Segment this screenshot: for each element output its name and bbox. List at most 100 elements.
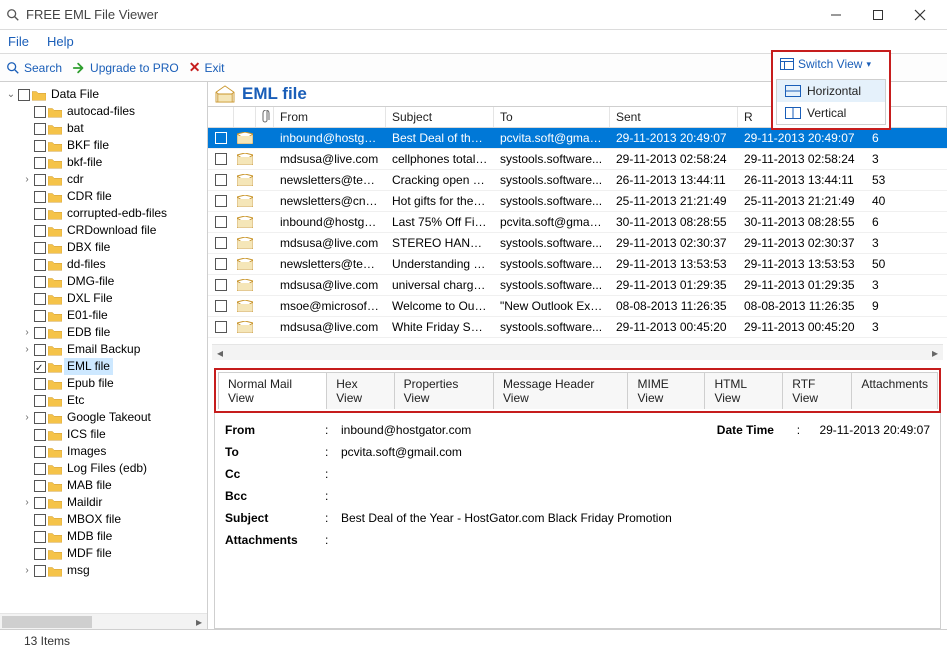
- checkbox[interactable]: [34, 191, 46, 203]
- column-sent[interactable]: Sent: [610, 107, 738, 127]
- row-checkbox[interactable]: [215, 258, 227, 270]
- column-subject[interactable]: Subject: [386, 107, 494, 127]
- checkbox[interactable]: [34, 446, 46, 458]
- tab[interactable]: RTF View: [782, 372, 852, 409]
- tree-item[interactable]: BKF file: [22, 137, 205, 154]
- tree-item[interactable]: DXL File: [22, 290, 205, 307]
- tree-item[interactable]: ›Maildir: [22, 494, 205, 511]
- tree-item[interactable]: CDR file: [22, 188, 205, 205]
- checkbox[interactable]: [34, 514, 46, 526]
- grid-row[interactable]: newsletters@tech...Cracking open th...sy…: [208, 170, 947, 191]
- tab[interactable]: HTML View: [704, 372, 783, 409]
- tree-item[interactable]: Images: [22, 443, 205, 460]
- tree-item[interactable]: CRDownload file: [22, 222, 205, 239]
- maximize-button[interactable]: [857, 1, 899, 29]
- tree-item[interactable]: ›msg: [22, 562, 205, 579]
- row-checkbox[interactable]: [215, 153, 227, 165]
- switch-view-button[interactable]: Switch View ▾: [776, 55, 886, 73]
- tree-item[interactable]: ›EDB file: [22, 324, 205, 341]
- scroll-left-icon[interactable]: ◂: [212, 345, 228, 361]
- checkbox[interactable]: [34, 123, 46, 135]
- tree-item[interactable]: MDF file: [22, 545, 205, 562]
- tree-item[interactable]: MDB file: [22, 528, 205, 545]
- checkbox[interactable]: [34, 463, 46, 475]
- collapse-icon[interactable]: ⌄: [6, 86, 16, 103]
- checkbox[interactable]: [34, 293, 46, 305]
- checkbox[interactable]: [34, 344, 46, 356]
- row-checkbox[interactable]: [215, 174, 227, 186]
- checkbox[interactable]: [34, 531, 46, 543]
- checkbox[interactable]: [34, 242, 46, 254]
- grid-row[interactable]: mdsusa@live.comSTEREO HANDSFR...systools…: [208, 233, 947, 254]
- tree-item[interactable]: ›cdr: [22, 171, 205, 188]
- tree-item[interactable]: E01-file: [22, 307, 205, 324]
- row-checkbox[interactable]: [215, 237, 227, 249]
- menu-help[interactable]: Help: [47, 34, 74, 49]
- column-icon[interactable]: [234, 107, 256, 127]
- grid-horizontal-scrollbar[interactable]: ◂ ▸: [212, 344, 943, 360]
- checkbox[interactable]: [18, 89, 30, 101]
- column-attachment[interactable]: [256, 107, 274, 127]
- search-button[interactable]: Search: [6, 61, 62, 75]
- tab[interactable]: Message Header View: [493, 372, 629, 409]
- scroll-right-icon[interactable]: ▸: [191, 614, 207, 629]
- checkbox[interactable]: [34, 140, 46, 152]
- tree-item[interactable]: EML file: [22, 358, 205, 375]
- tree-item[interactable]: bat: [22, 120, 205, 137]
- tab[interactable]: MIME View: [627, 372, 705, 409]
- tree-item[interactable]: ICS file: [22, 426, 205, 443]
- tree-item[interactable]: DBX file: [22, 239, 205, 256]
- grid-row[interactable]: mdsusa@live.comcellphones total c...syst…: [208, 149, 947, 170]
- checkbox[interactable]: [34, 310, 46, 322]
- exit-button[interactable]: ✕ Exit: [189, 59, 225, 76]
- tree-item[interactable]: ›Email Backup: [22, 341, 205, 358]
- grid-row[interactable]: newsletters@cnet...Hot gifts for the j..…: [208, 191, 947, 212]
- tree-item[interactable]: DMG-file: [22, 273, 205, 290]
- switch-view-horizontal[interactable]: Horizontal: [777, 80, 885, 102]
- grid-row[interactable]: msoe@microsoft.c...Welcome to Outl..."Ne…: [208, 296, 947, 317]
- column-checkbox[interactable]: [208, 107, 234, 127]
- tree-item[interactable]: Etc: [22, 392, 205, 409]
- tab[interactable]: Hex View: [326, 372, 394, 409]
- grid-row[interactable]: inbound@hostga...Last 75% Off Fire ...pc…: [208, 212, 947, 233]
- tree-item[interactable]: corrupted-edb-files: [22, 205, 205, 222]
- checkbox[interactable]: [34, 174, 46, 186]
- checkbox[interactable]: [34, 361, 46, 373]
- checkbox[interactable]: [34, 259, 46, 271]
- minimize-button[interactable]: [815, 1, 857, 29]
- tree-item[interactable]: MBOX file: [22, 511, 205, 528]
- switch-view-vertical[interactable]: Vertical: [777, 102, 885, 124]
- row-checkbox[interactable]: [215, 321, 227, 333]
- checkbox[interactable]: [34, 327, 46, 339]
- column-to[interactable]: To: [494, 107, 610, 127]
- tree-item[interactable]: autocad-files: [22, 103, 205, 120]
- row-checkbox[interactable]: [215, 132, 227, 144]
- tree-item[interactable]: Log Files (edb): [22, 460, 205, 477]
- checkbox[interactable]: [34, 429, 46, 441]
- expand-icon[interactable]: ›: [22, 562, 32, 579]
- checkbox[interactable]: [34, 208, 46, 220]
- checkbox[interactable]: [34, 276, 46, 288]
- tree-item[interactable]: Epub file: [22, 375, 205, 392]
- grid-row[interactable]: inbound@hostga...Best Deal of the Y...pc…: [208, 128, 947, 149]
- scrollbar-thumb[interactable]: [2, 616, 92, 628]
- row-checkbox[interactable]: [215, 216, 227, 228]
- grid-row[interactable]: newsletters@tech...Understanding S...sys…: [208, 254, 947, 275]
- expand-icon[interactable]: ›: [22, 409, 32, 426]
- tree-horizontal-scrollbar[interactable]: ◂ ▸: [0, 613, 207, 629]
- expand-icon[interactable]: ›: [22, 341, 32, 358]
- tree-root[interactable]: ⌄ Data File: [6, 86, 205, 103]
- row-checkbox[interactable]: [215, 279, 227, 291]
- grid-row[interactable]: mdsusa@live.comuniversal charger ...syst…: [208, 275, 947, 296]
- expand-icon[interactable]: ›: [22, 324, 32, 341]
- checkbox[interactable]: [34, 106, 46, 118]
- scroll-right-icon[interactable]: ▸: [927, 345, 943, 361]
- tree-item[interactable]: ›Google Takeout: [22, 409, 205, 426]
- row-checkbox[interactable]: [215, 195, 227, 207]
- tab[interactable]: Properties View: [394, 372, 494, 409]
- tab[interactable]: Normal Mail View: [218, 372, 327, 409]
- tree-item[interactable]: bkf-file: [22, 154, 205, 171]
- close-button[interactable]: [899, 1, 941, 29]
- tree-item[interactable]: dd-files: [22, 256, 205, 273]
- grid-row[interactable]: mdsusa@live.comWhite Friday Sale ...syst…: [208, 317, 947, 338]
